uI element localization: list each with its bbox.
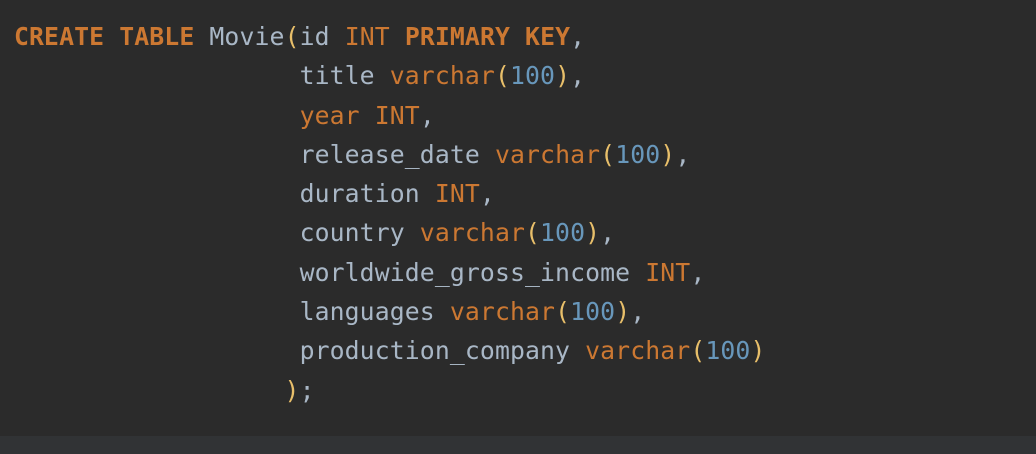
code-line: duration INT, bbox=[14, 174, 765, 213]
keyword-token: TABLE bbox=[119, 22, 195, 51]
identifier-token: release_date bbox=[299, 139, 480, 169]
punctuation-token: , bbox=[419, 100, 435, 130]
number-token: 100 bbox=[705, 336, 751, 366]
code-line: worldwide_gross_income INT, bbox=[14, 253, 765, 292]
number-token: 100 bbox=[615, 139, 661, 169]
type-token: varchar bbox=[585, 336, 691, 366]
punctuation-token: , bbox=[570, 22, 586, 51]
punctuation-token: , bbox=[630, 297, 646, 327]
punctuation-token bbox=[330, 22, 345, 51]
punctuation-token: ; bbox=[299, 375, 315, 405]
identifier-token: production_company bbox=[299, 336, 571, 366]
punctuation-token: , bbox=[675, 139, 691, 169]
paren-token: ( bbox=[494, 61, 510, 91]
type-token: INT bbox=[645, 257, 691, 287]
paren-token: ( bbox=[525, 218, 541, 248]
type-token: varchar bbox=[419, 218, 525, 248]
identifier-token: duration bbox=[299, 179, 420, 209]
punctuation-token bbox=[510, 22, 525, 51]
type-token: varchar bbox=[449, 297, 556, 327]
punctuation-token bbox=[405, 218, 420, 247]
type-token: varchar bbox=[389, 61, 495, 91]
punctuation-token bbox=[390, 22, 405, 51]
keyword-token: PRIMARY bbox=[404, 22, 511, 51]
punctuation-token: , bbox=[690, 257, 706, 287]
code-line: CREATE TABLE Movie(id INT PRIMARY KEY, bbox=[14, 17, 765, 56]
paren-token: ) bbox=[585, 218, 601, 248]
type-token: INT bbox=[374, 100, 420, 130]
editor-bottom-bar bbox=[0, 436, 1036, 454]
punctuation-token: , bbox=[570, 61, 586, 91]
punctuation-token bbox=[570, 336, 585, 365]
keyword-token: KEY bbox=[525, 22, 571, 51]
identifier-token: title bbox=[299, 61, 375, 91]
punctuation-token bbox=[194, 22, 209, 51]
identifier-token: country bbox=[299, 218, 405, 248]
punctuation-token bbox=[420, 179, 435, 208]
number-token: 100 bbox=[509, 61, 556, 91]
identifier-token: id bbox=[299, 22, 330, 51]
number-token: 100 bbox=[540, 218, 586, 248]
identifier-token: worldwide_gross_income bbox=[299, 257, 631, 287]
type-token: year bbox=[299, 100, 360, 130]
keyword-token: CREATE bbox=[14, 22, 105, 51]
paren-token: ( bbox=[555, 297, 571, 327]
code-line: country varchar(100), bbox=[14, 213, 765, 252]
paren-token: ( bbox=[690, 336, 706, 366]
paren-token: ) bbox=[750, 336, 766, 366]
paren-token: ) bbox=[615, 297, 631, 327]
paren-token: ) bbox=[555, 61, 571, 91]
number-token: 100 bbox=[570, 297, 616, 327]
type-token: INT bbox=[434, 179, 480, 209]
punctuation-token bbox=[104, 22, 119, 51]
punctuation-token bbox=[630, 258, 645, 287]
sql-code-block[interactable]: CREATE TABLE Movie(id INT PRIMARY KEY, t… bbox=[14, 17, 765, 410]
code-line: release_date varchar(100), bbox=[14, 135, 765, 174]
type-token: INT bbox=[344, 22, 390, 51]
code-line: title varchar(100), bbox=[14, 56, 765, 95]
punctuation-token bbox=[435, 297, 450, 326]
code-line: ); bbox=[14, 371, 765, 410]
punctuation-token bbox=[375, 61, 390, 90]
identifier-token: languages bbox=[299, 297, 435, 327]
paren-token: ) bbox=[660, 139, 676, 169]
paren-token: ) bbox=[284, 375, 300, 405]
code-line: production_company varchar(100) bbox=[14, 331, 766, 370]
identifier-token: Movie bbox=[209, 22, 285, 51]
code-line: languages varchar(100), bbox=[14, 292, 765, 331]
punctuation-token bbox=[480, 140, 495, 169]
punctuation-token: , bbox=[479, 179, 495, 209]
paren-token: ( bbox=[600, 139, 616, 169]
punctuation-token bbox=[360, 101, 375, 130]
punctuation-token: , bbox=[600, 218, 616, 248]
type-token: varchar bbox=[494, 139, 601, 169]
code-line: year INT, bbox=[14, 96, 765, 135]
paren-token: ( bbox=[284, 22, 300, 51]
code-editor[interactable]: CREATE TABLE Movie(id INT PRIMARY KEY, t… bbox=[0, 0, 1036, 454]
